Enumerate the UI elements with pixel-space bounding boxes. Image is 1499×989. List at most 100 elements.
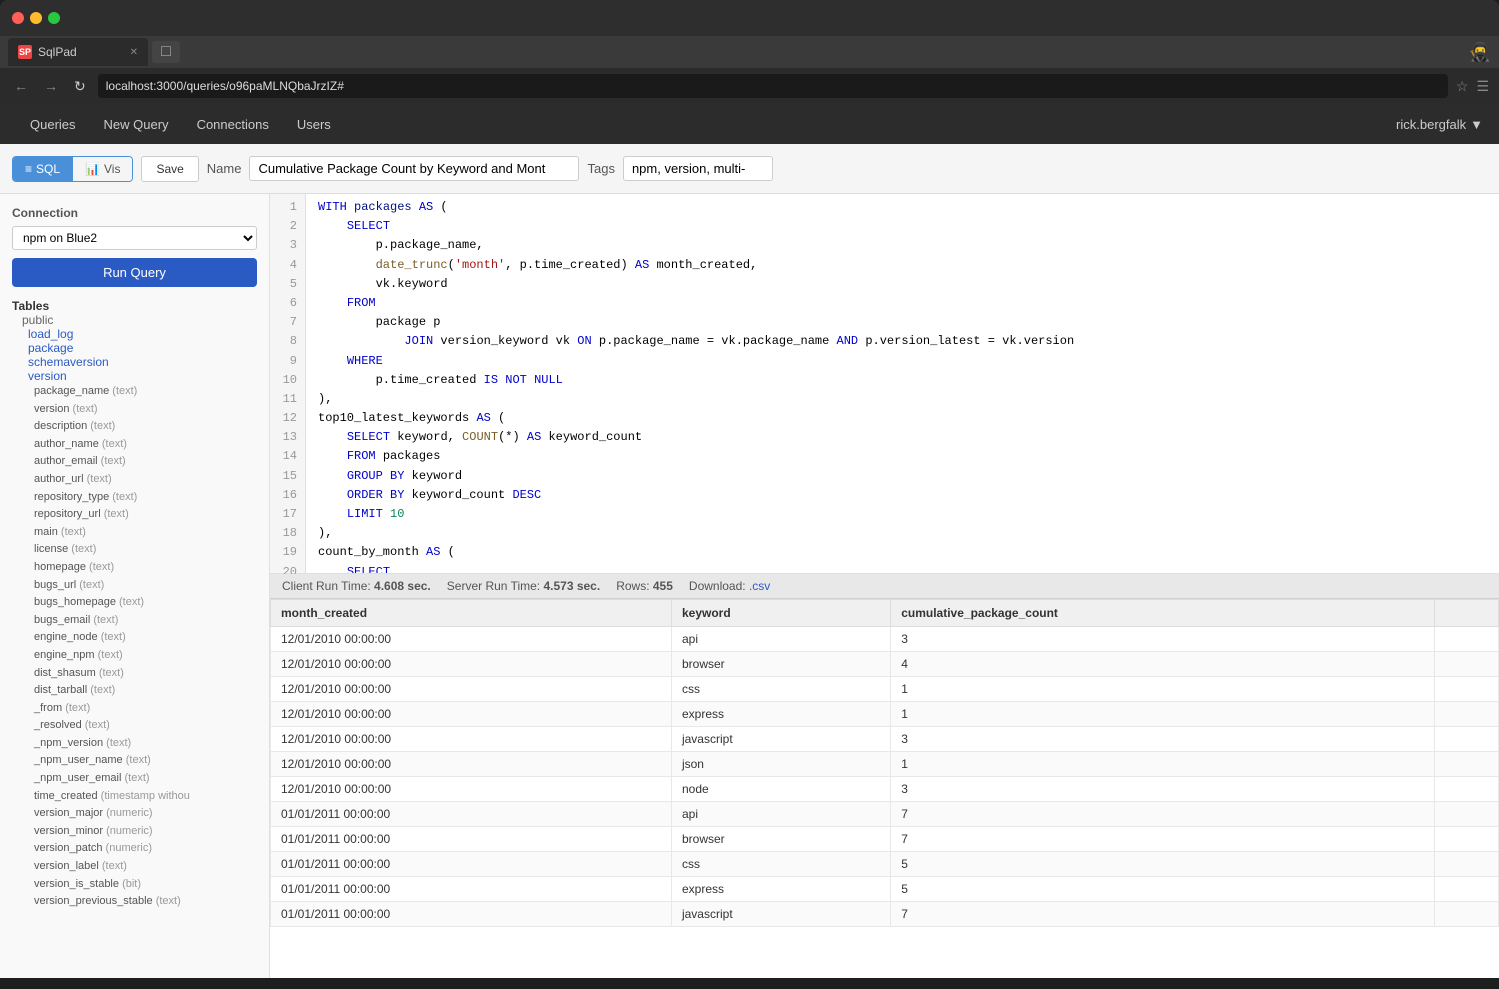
col-version-label: version_label (text) (34, 858, 257, 876)
table-cell: 01/01/2011 00:00:00 (271, 877, 672, 902)
col-header-cumulative[interactable]: cumulative_package_count (891, 600, 1435, 627)
tags-label: Tags (587, 161, 614, 176)
name-label: Name (207, 161, 242, 176)
table-cell: node (671, 777, 890, 802)
nav-queries[interactable]: Queries (16, 104, 90, 144)
table-cell: express (671, 877, 890, 902)
table-cell-empty (1434, 752, 1498, 777)
table-cell: 12/01/2010 00:00:00 (271, 627, 672, 652)
toolbar: ≡ SQL 📊 Vis Save Name Tags (0, 144, 1499, 194)
table-package[interactable]: package (28, 341, 257, 355)
editor-panel: 1 2 3 4 5 6 7 8 9 10 11 12 13 14 (270, 194, 1499, 978)
server-run-time-value: 4.573 sec. (543, 579, 600, 593)
nav-connections[interactable]: Connections (183, 104, 283, 144)
minimize-button[interactable] (30, 12, 42, 24)
table-cell: api (671, 627, 890, 652)
main-content: Connection npm on Blue2 Run Query Tables… (0, 194, 1499, 978)
nav-users[interactable]: Users (283, 104, 345, 144)
sql-tab-button[interactable]: ≡ SQL (13, 157, 72, 181)
menu-icon[interactable]: ☰ (1476, 78, 1489, 95)
col-resolved: _resolved (text) (34, 717, 257, 735)
table-cell: express (671, 702, 890, 727)
col-engine-node: engine_node (text) (34, 629, 257, 647)
sql-tab-label: SQL (36, 162, 60, 176)
table-version[interactable]: version (28, 369, 257, 383)
col-package-name: package_name (text) (34, 383, 257, 401)
tags-input[interactable] (623, 156, 773, 181)
table-row: 01/01/2011 00:00:00javascript7 (271, 902, 1499, 927)
table-cell: 7 (891, 902, 1435, 927)
table-cell: 3 (891, 627, 1435, 652)
col-header-month-created[interactable]: month_created (271, 600, 672, 627)
table-cell-empty (1434, 852, 1498, 877)
vis-tab-label: Vis (104, 162, 120, 176)
table-cell-empty (1434, 727, 1498, 752)
table-cell: css (671, 677, 890, 702)
connection-section: Connection npm on Blue2 Run Query (12, 206, 257, 287)
table-cell-empty (1434, 902, 1498, 927)
col-main: main (text) (34, 524, 257, 542)
app-container: Queries New Query Connections Users rick… (0, 104, 1499, 978)
table-row: 01/01/2011 00:00:00api7 (271, 802, 1499, 827)
table-cell: 7 (891, 802, 1435, 827)
col-version-minor: version_minor (numeric) (34, 823, 257, 841)
col-version-is-stable: version_is_stable (bit) (34, 876, 257, 894)
tab-close-button[interactable]: ✕ (130, 47, 138, 58)
download-csv-link[interactable]: .csv (749, 579, 770, 593)
col-dist-tarball: dist_tarball (text) (34, 682, 257, 700)
connection-dropdown[interactable]: npm on Blue2 (12, 226, 257, 250)
user-avatar[interactable]: 🥷 (1469, 42, 1491, 63)
table-cell: api (671, 802, 890, 827)
tables-section: Tables public load_log package schemaver… (12, 299, 257, 911)
nav-new-query[interactable]: New Query (90, 104, 183, 144)
user-dropdown-icon[interactable]: ▼ (1470, 117, 1483, 132)
col-npm-user-name: _npm_user_name (text) (34, 752, 257, 770)
table-load-log[interactable]: load_log (28, 327, 257, 341)
table-schemaversion[interactable]: schemaversion (28, 355, 257, 369)
col-repo-url: repository_url (text) (34, 506, 257, 524)
vis-tab-button[interactable]: 📊 Vis (72, 157, 132, 181)
schema-name[interactable]: public (22, 313, 257, 327)
tables-header: Tables (12, 299, 257, 313)
table-cell: javascript (671, 727, 890, 752)
table-cell: 12/01/2010 00:00:00 (271, 727, 672, 752)
client-run-time-value: 4.608 sec. (374, 579, 431, 593)
col-npm-user-email: _npm_user_email (text) (34, 770, 257, 788)
back-button[interactable]: ← (10, 76, 32, 96)
table-cell: 12/01/2010 00:00:00 (271, 777, 672, 802)
query-name-input[interactable] (249, 156, 579, 181)
new-tab-button[interactable]: □ (152, 41, 180, 63)
close-button[interactable] (12, 12, 24, 24)
forward-button[interactable]: → (40, 76, 62, 96)
col-bugs-homepage: bugs_homepage (text) (34, 594, 257, 612)
table-row: 12/01/2010 00:00:00browser4 (271, 652, 1499, 677)
results-table: month_created keyword cumulative_package… (270, 599, 1499, 927)
col-version-major: version_major (numeric) (34, 805, 257, 823)
connection-select: npm on Blue2 (12, 226, 257, 250)
run-query-button[interactable]: Run Query (12, 258, 257, 287)
col-dist-shasum: dist_shasum (text) (34, 665, 257, 683)
table-cell: 5 (891, 877, 1435, 902)
bookmark-icon[interactable]: ☆ (1456, 78, 1469, 95)
table-cell: 7 (891, 827, 1435, 852)
table-cell: 1 (891, 702, 1435, 727)
url-input[interactable] (98, 74, 1448, 98)
col-version-prev-stable: version_previous_stable (text) (34, 893, 257, 911)
table-row: 01/01/2011 00:00:00css5 (271, 852, 1499, 877)
col-author-email: author_email (text) (34, 453, 257, 471)
col-time-created: time_created (timestamp withou (34, 788, 257, 806)
table-cell: 1 (891, 752, 1435, 777)
line-numbers: 1 2 3 4 5 6 7 8 9 10 11 12 13 14 (270, 194, 306, 573)
browser-titlebar (0, 0, 1499, 36)
code-editor[interactable]: 1 2 3 4 5 6 7 8 9 10 11 12 13 14 (270, 194, 1499, 574)
col-engine-npm: engine_npm (text) (34, 647, 257, 665)
reload-button[interactable]: ↻ (70, 76, 90, 97)
maximize-button[interactable] (48, 12, 60, 24)
code-content[interactable]: WITH packages AS ( SELECT p.package_name… (306, 194, 1499, 573)
col-npm-version: _npm_version (text) (34, 735, 257, 753)
tab-bar: SP SqlPad ✕ □ 🥷 (0, 36, 1499, 68)
col-header-keyword[interactable]: keyword (671, 600, 890, 627)
save-button[interactable]: Save (141, 156, 198, 182)
col-author-name: author_name (text) (34, 436, 257, 454)
browser-tab[interactable]: SP SqlPad ✕ (8, 38, 148, 66)
